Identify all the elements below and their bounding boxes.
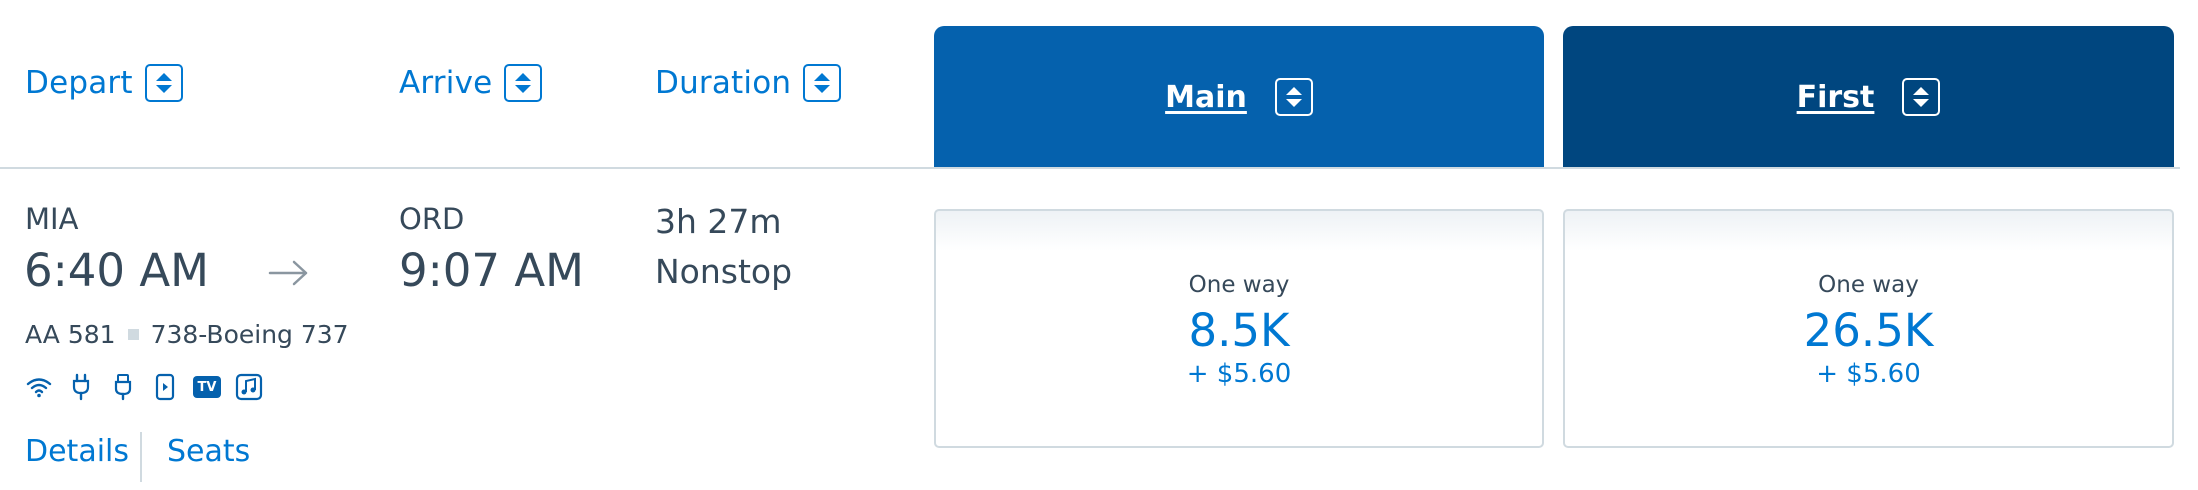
device-entertainment-icon [151, 373, 179, 401]
sort-icon[interactable] [504, 64, 543, 102]
sort-arrive[interactable]: Arrive [399, 64, 543, 102]
fare-miles: 8.5K [1188, 304, 1290, 357]
sort-icon[interactable] [1902, 78, 1941, 116]
header-divider [0, 167, 2180, 169]
cabin-header-main[interactable]: Main [934, 26, 1544, 168]
sort-icon[interactable] [1274, 78, 1313, 116]
sort-icon[interactable] [803, 64, 842, 102]
sort-duration-label: Duration [655, 65, 792, 101]
tv-icon: TV [193, 376, 221, 398]
fare-miles: 26.5K [1803, 304, 1934, 357]
destination-code: ORD [399, 202, 465, 236]
origin-code: MIA [25, 202, 79, 236]
fare-tax: + $5.60 [1816, 359, 1921, 389]
sort-arrive-label: Arrive [399, 65, 493, 101]
sort-icon[interactable] [144, 64, 183, 102]
amenities-row: TV [25, 373, 263, 401]
fare-card-first[interactable]: One way 26.5K + $5.60 [1563, 209, 2174, 448]
flight-number: AA 581 [25, 320, 116, 349]
music-icon [235, 373, 263, 401]
cabin-main-label[interactable]: Main [1165, 80, 1247, 115]
details-link[interactable]: Details [25, 434, 129, 469]
separator-square-icon [127, 329, 139, 340]
fare-type-label: One way [1188, 272, 1290, 298]
fare-tax: + $5.60 [1186, 359, 1292, 389]
sort-depart[interactable]: Depart [25, 64, 183, 102]
power-outlet-icon [67, 373, 95, 401]
flight-meta: AA 581 738-Boeing 737 [25, 320, 349, 349]
seats-link[interactable]: Seats [167, 434, 250, 469]
aircraft-type: 738-Boeing 737 [150, 320, 349, 349]
wifi-icon [25, 373, 53, 401]
arrive-time: 9:07 AM [399, 244, 584, 297]
sort-duration[interactable]: Duration [655, 64, 842, 102]
cabin-header-first[interactable]: First [1563, 26, 2174, 168]
duration-value: 3h 27m [655, 202, 782, 241]
fare-type-label: One way [1818, 272, 1919, 298]
usb-icon [109, 373, 137, 401]
depart-time: 6:40 AM [24, 244, 209, 297]
sort-depart-label: Depart [25, 65, 133, 101]
link-divider [140, 432, 142, 482]
cabin-first-label[interactable]: First [1797, 80, 1875, 115]
stops-value: Nonstop [655, 252, 793, 291]
arrow-right-icon [268, 258, 310, 292]
fare-card-main[interactable]: One way 8.5K + $5.60 [934, 209, 1544, 448]
